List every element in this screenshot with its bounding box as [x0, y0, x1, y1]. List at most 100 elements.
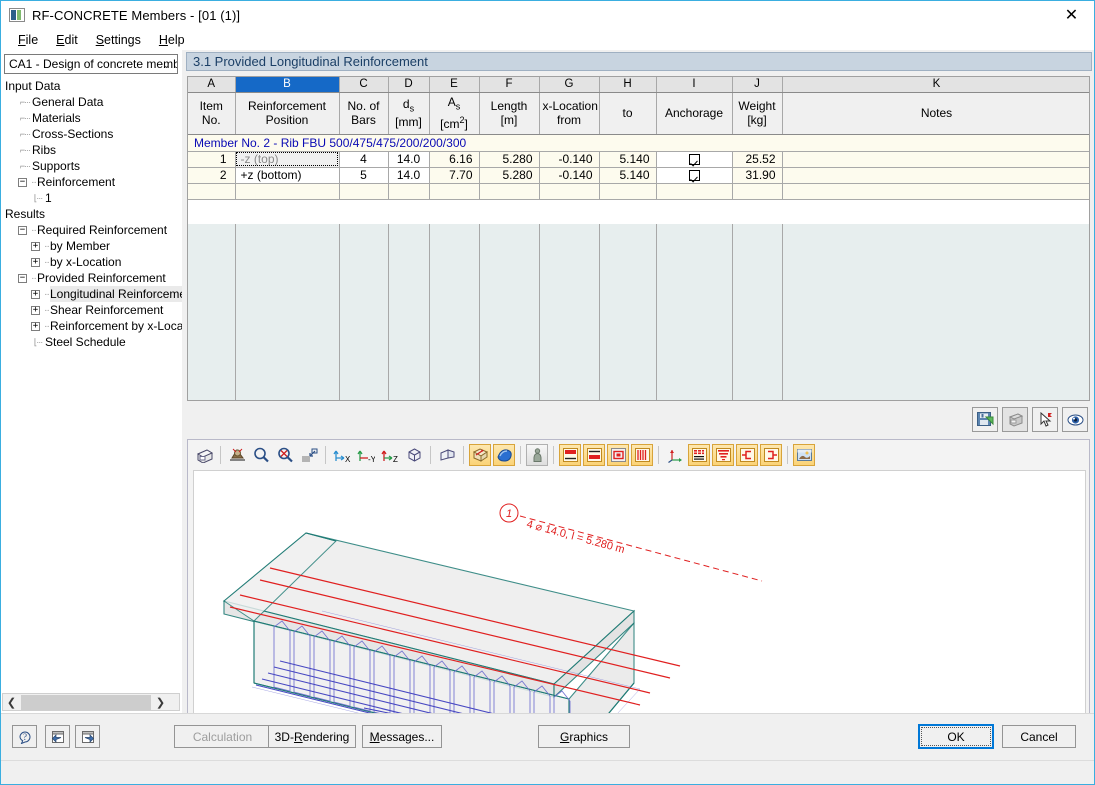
- cell-empty[interactable]: [782, 183, 1089, 200]
- cell-item-no[interactable]: 2: [188, 167, 236, 184]
- solid-model-icon[interactable]: [493, 444, 515, 466]
- cell-empty[interactable]: [599, 183, 657, 200]
- sidebar-item-reinforcement-by-x-locatio[interactable]: + ·· Reinforcement by x-Locatio: [1, 318, 182, 334]
- expand-icon[interactable]: +: [31, 289, 40, 299]
- sidebar-item-provided-reinforcement[interactable]: − ·· Provided Reinforcement: [1, 270, 182, 286]
- sidebar-item-reinforcement[interactable]: − ·· Reinforcement: [1, 174, 182, 190]
- sidebar-item-required-reinforcement[interactable]: − ·· Required Reinforcement: [1, 222, 182, 238]
- results-table[interactable]: A B C D E F G H I J K Item No. Reinforcement Position N…: [188, 77, 1089, 200]
- cell-weight[interactable]: 31.90: [732, 167, 783, 184]
- table-row[interactable]: 2 +z (bottom) 5 14.0 7.70 5.280 -0.140 5.140 31.…: [188, 167, 1089, 184]
- column-header-J[interactable]: J: [732, 77, 783, 93]
- design-case-combo[interactable]: CA1 - Design of concrete memb ⌄: [4, 54, 178, 74]
- wireframe-model-icon[interactable]: [469, 444, 491, 466]
- cell-no-of-bars[interactable]: 5: [339, 167, 389, 184]
- print-icon[interactable]: [193, 444, 215, 466]
- anchor-left-icon[interactable]: [736, 444, 758, 466]
- column-header-B[interactable]: B: [235, 77, 340, 93]
- sidebar-item-shear-reinforcement[interactable]: + ·· Shear Reinforcement: [1, 302, 182, 318]
- column-header-A[interactable]: A: [188, 77, 236, 93]
- graphics-button[interactable]: Graphics: [538, 725, 630, 748]
- calculation-button[interactable]: Calculation: [174, 725, 271, 748]
- cell-x-to[interactable]: 5.140: [599, 167, 657, 184]
- save-export-icon[interactable]: [972, 407, 998, 432]
- cell-empty[interactable]: [235, 183, 340, 200]
- graphics-toolbar[interactable]: X -Y Z: [188, 440, 1089, 470]
- cell-empty[interactable]: [539, 183, 600, 200]
- previous-module-icon[interactable]: [45, 725, 70, 748]
- sidebar-item-cross-sections[interactable]: ⌐··· Cross-Sections: [1, 126, 182, 142]
- view-y-icon[interactable]: -Y: [355, 444, 377, 466]
- sidebar-item-general-data[interactable]: ⌐··· General Data: [1, 94, 182, 110]
- expand-icon[interactable]: +: [31, 241, 40, 251]
- messages-button[interactable]: Messages...: [362, 725, 442, 748]
- sidebar-item-longitudinal-reinforcement[interactable]: + ·· Longitudinal Reinforcement: [1, 286, 182, 302]
- person-scale-icon[interactable]: [526, 444, 548, 466]
- column-header-D[interactable]: D: [388, 77, 430, 93]
- cell-reinforcement-position[interactable]: -z (top): [235, 151, 340, 168]
- pick-selection-icon[interactable]: [1032, 407, 1058, 432]
- cell-reinforcement-position[interactable]: +z (bottom): [235, 167, 340, 184]
- sidebar-item-1[interactable]: ⌊··· 1: [1, 190, 182, 206]
- section-center-icon[interactable]: [607, 444, 629, 466]
- cell-anchorage[interactable]: [656, 167, 733, 184]
- cell-notes[interactable]: [782, 167, 1089, 184]
- cell-area[interactable]: 6.16: [429, 151, 480, 168]
- results-table-container[interactable]: A B C D E F G H I J K Item No. Reinforcement Position N…: [187, 76, 1090, 401]
- navigator-hscrollbar[interactable]: ❮ ❯: [2, 693, 180, 711]
- cell-diameter[interactable]: 14.0: [388, 167, 430, 184]
- column-letter-row[interactable]: ABCDEFGHIJK: [188, 77, 1089, 93]
- close-icon[interactable]: ✕: [1049, 1, 1094, 28]
- sidebar-item-materials[interactable]: ⌐··· Materials: [1, 110, 182, 126]
- sidebar-item-results[interactable]: Results: [1, 206, 182, 222]
- zoom-window-icon[interactable]: [298, 444, 320, 466]
- zoom-icon[interactable]: [250, 444, 272, 466]
- section-bottom-icon[interactable]: [583, 444, 605, 466]
- expand-icon[interactable]: +: [31, 321, 40, 331]
- view-x-icon[interactable]: X: [331, 444, 353, 466]
- sidebar-item-steel-schedule[interactable]: ⌊··· Steel Schedule: [1, 334, 182, 350]
- axis-system-icon[interactable]: [664, 444, 686, 466]
- cell-notes[interactable]: [782, 151, 1089, 168]
- anchor-right-icon[interactable]: [760, 444, 782, 466]
- view-isometric-icon[interactable]: [403, 444, 425, 466]
- anchorage-checkbox[interactable]: [688, 170, 700, 182]
- cell-area[interactable]: 7.70: [429, 167, 480, 184]
- section-top-icon[interactable]: [559, 444, 581, 466]
- sidebar-item-input-data[interactable]: Input Data: [1, 78, 182, 94]
- cell-weight[interactable]: 25.52: [732, 151, 783, 168]
- expand-icon[interactable]: +: [31, 305, 40, 315]
- cell-empty[interactable]: [429, 183, 480, 200]
- ok-button[interactable]: OK: [918, 724, 994, 749]
- cancel-button[interactable]: Cancel: [1002, 725, 1076, 748]
- cell-empty[interactable]: [339, 183, 389, 200]
- column-header-I[interactable]: I: [656, 77, 733, 93]
- view-visibility-icon[interactable]: [1062, 407, 1088, 432]
- collapse-icon[interactable]: −: [18, 177, 27, 187]
- scroll-left-icon[interactable]: ❮: [3, 694, 20, 710]
- table-row[interactable]: 1 -z (top) 4 14.0 6.16 5.280 -0.140 5.140 25.52: [188, 151, 1089, 168]
- cell-empty[interactable]: [732, 183, 783, 200]
- cell-empty[interactable]: [388, 183, 430, 200]
- view-perspective-icon[interactable]: [436, 444, 458, 466]
- rendering-button[interactable]: 3D- Rendering: [268, 725, 356, 748]
- cell-no-of-bars[interactable]: 4: [339, 151, 389, 168]
- stirrups-icon[interactable]: [631, 444, 653, 466]
- menu-item-settings[interactable]: Settings: [87, 31, 150, 49]
- collapse-icon[interactable]: −: [18, 273, 27, 283]
- scroll-thumb[interactable]: [21, 694, 151, 710]
- help-icon[interactable]: ?: [12, 725, 37, 748]
- cell-empty[interactable]: [479, 183, 540, 200]
- anchorage-checkbox[interactable]: [688, 154, 700, 166]
- cell-item-no[interactable]: 1: [188, 151, 236, 168]
- menu-item-file[interactable]: FFileile: [9, 31, 47, 49]
- column-header-E[interactable]: E: [429, 77, 480, 93]
- sidebar-item-supports[interactable]: ⌐··· Supports: [1, 158, 182, 174]
- cell-length[interactable]: 5.280: [479, 167, 540, 184]
- sidebar-item-by-x-location[interactable]: + ·· by x-Location: [1, 254, 182, 270]
- zoom-reset-icon[interactable]: [274, 444, 296, 466]
- rebar-spacing-icon[interactable]: [712, 444, 734, 466]
- navigation-tree[interactable]: Input Data ⌐··· General Data ⌐··· Materials ⌐…: [1, 76, 182, 687]
- scroll-right-icon[interactable]: ❯: [152, 694, 169, 710]
- print-table-icon[interactable]: [1002, 407, 1028, 432]
